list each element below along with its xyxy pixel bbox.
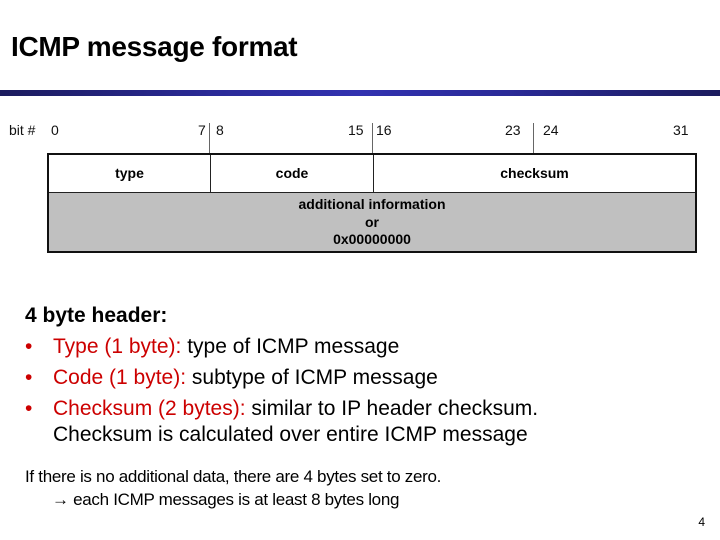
field-code: code <box>211 155 374 192</box>
field-type: type <box>49 155 211 192</box>
header-row: type code checksum <box>49 155 695 193</box>
bullet-term: Code (1 byte): <box>53 366 187 389</box>
bullet-icon: • <box>25 366 33 389</box>
bullet-item: • Type (1 byte): type of ICMP message <box>25 331 705 362</box>
footnote: If there is no additional data, there ar… <box>25 465 441 511</box>
bit-number: 15 <box>348 122 364 138</box>
arrow-right-icon: → <box>52 490 69 509</box>
byte-boundary-tick <box>209 123 210 154</box>
bit-number: 16 <box>376 122 392 138</box>
bullet-desc: similar to IP header checksum. <box>245 397 539 420</box>
footnote-conclusion: each ICMP messages is at least 8 bytes l… <box>68 490 400 509</box>
byte-boundary-tick <box>533 123 534 154</box>
bullet-term: Checksum (2 bytes): <box>53 397 246 420</box>
section-heading: 4 byte header: <box>25 304 168 327</box>
footnote-line: → each ICMP messages is at least 8 bytes… <box>25 488 441 511</box>
bit-number: 0 <box>51 122 59 138</box>
bullet-item: • Checksum (2 bytes): similar to IP heade… <box>25 393 705 424</box>
bullet-item: • Code (1 byte): subtype of ICMP message <box>25 362 705 393</box>
byte-boundary-tick <box>372 123 373 154</box>
payload-line: additional information <box>298 196 446 212</box>
title-divider <box>0 90 720 96</box>
bit-number: 7 <box>198 122 206 138</box>
bit-number: 23 <box>505 122 521 138</box>
footnote-line: If there is no additional data, there ar… <box>25 467 442 486</box>
header-description: 4 byte header: • Type (1 byte): type of I… <box>25 300 705 446</box>
slide-title: ICMP message format <box>11 31 298 62</box>
header-box: type code checksum additional informatio… <box>47 153 697 253</box>
bullet-icon: • <box>25 397 33 420</box>
page-number: 4 <box>698 515 705 529</box>
bullet-desc: subtype of ICMP message <box>186 366 438 389</box>
field-checksum: checksum <box>500 165 569 181</box>
bullet-term: Type (1 byte): <box>53 335 182 358</box>
bit-number: 31 <box>673 122 689 138</box>
payload-row: additional information or 0x00000000 <box>49 193 695 251</box>
bullet-icon: • <box>25 335 33 358</box>
bit-number: 8 <box>216 122 224 138</box>
bit-number: 24 <box>543 122 559 138</box>
bit-number-label: bit # <box>9 122 36 138</box>
payload-line: or <box>365 213 379 230</box>
bullet-continuation: Checksum is calculated over entire ICMP … <box>53 423 528 446</box>
bullet-desc: type of ICMP message <box>181 335 400 358</box>
payload-line: 0x00000000 <box>333 231 411 247</box>
